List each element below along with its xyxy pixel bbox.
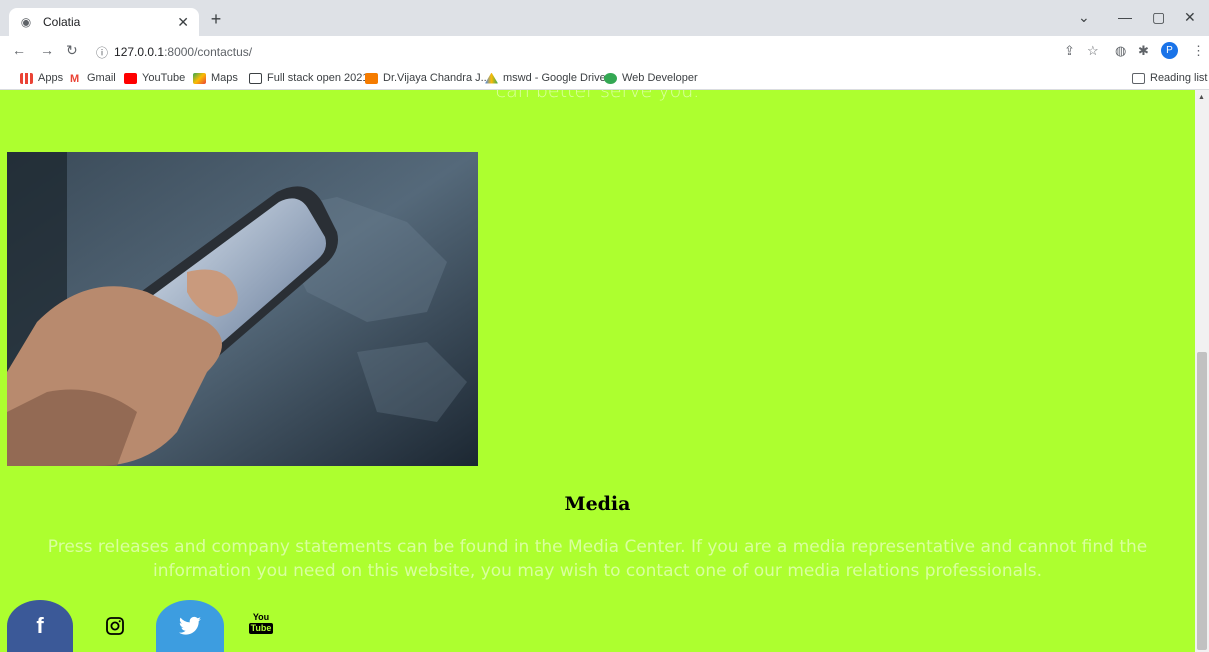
apps-grid-icon [20,72,33,84]
tab-title: Colatia [43,15,81,29]
minimize-button[interactable]: — [1118,9,1132,25]
profile-avatar[interactable]: P [1161,42,1178,59]
bookmark-mswd-drive[interactable]: mswd - Google Drive [485,72,606,84]
tab-bar: ◉ Colatia ✕ + ⌄ — ▢ ✕ [0,0,1209,36]
bookmark-web-developer[interactable]: Web Developer [604,72,698,84]
media-description: Press releases and company statements ca… [47,537,1148,581]
intro-text-tail: can better serve you. [495,90,700,102]
phone-photo-illustration [7,152,478,466]
bookmark-label: Maps [211,72,238,84]
new-tab-button[interactable]: + [206,9,226,30]
reading-list-label: Reading list [1150,72,1208,84]
url-field[interactable]: ⓘ 127.0.0.1 :8000/contactus/ [92,40,1102,64]
instagram-link[interactable] [103,614,127,638]
menu-dots-icon[interactable]: ⋮ [1192,43,1205,59]
youtube-link[interactable]: You Tube [248,608,274,638]
address-bar-row: ← → ↻ ⓘ 127.0.0.1 :8000/contactus/ ⇪ ☆ ◍… [0,36,1209,68]
bookmark-label: Gmail [87,72,116,84]
twitter-bird-icon [179,616,201,635]
scroll-up-arrow-icon[interactable]: ▲ [1198,94,1205,101]
url-path: :8000/contactus/ [164,45,253,59]
back-icon[interactable]: ← [12,42,26,58]
bookmark-maps[interactable]: Maps [193,72,238,84]
bookmark-star-icon[interactable]: ☆ [1087,43,1099,59]
instagram-icon [106,617,124,635]
web-developer-icon [604,72,617,84]
google-drive-icon [485,72,498,84]
hand-holding-phone-image [7,152,478,466]
twitter-link[interactable] [156,600,224,652]
bookmark-label: Full stack open 2021 [267,72,369,84]
facebook-icon: f [36,613,44,638]
page-content: can better serve you. Media Press releas… [0,90,1195,652]
scrollbar-thumb[interactable] [1197,352,1207,650]
gmail-icon: M [70,72,80,85]
bookmark-youtube[interactable]: YouTube [124,72,185,84]
reading-list-icon [1132,72,1145,84]
bookmark-label: mswd - Google Drive [503,72,606,84]
maps-icon [193,72,206,84]
page-icon [249,72,262,84]
url-host: 127.0.0.1 [114,45,165,59]
bookmark-label: YouTube [142,72,186,84]
reading-list-button[interactable]: Reading list [1132,72,1207,84]
bookmark-label: Dr.Vijaya Chandra J... [383,72,490,84]
bookmarks-bar: Apps M Gmail YouTube Maps Full stack ope… [0,68,1209,90]
bookmark-apps[interactable]: Apps [20,72,63,84]
site-info-icon[interactable]: ⓘ [96,44,108,61]
close-window-button[interactable]: ✕ [1184,9,1196,26]
facebook-link[interactable]: f [7,600,73,652]
tab-colatia[interactable]: ◉ Colatia ✕ [9,8,199,36]
forward-icon[interactable]: → [40,42,54,58]
bookmark-drvijaya[interactable]: Dr.Vijaya Chandra J... [365,72,490,84]
youtube-icon-top: You [252,611,270,622]
media-heading: Media [564,493,631,515]
globe-icon: ◉ [20,15,32,29]
extension-globe-icon[interactable]: ◍ [1115,43,1126,59]
reload-icon[interactable]: ↻ [66,42,78,59]
close-tab-icon[interactable]: ✕ [177,14,189,31]
share-icon[interactable]: ⇪ [1064,43,1075,59]
youtube-icon-bottom: Tube [248,622,274,634]
bookmark-label: Apps [38,72,64,84]
bookmark-gmail[interactable]: M Gmail [70,72,116,85]
blogger-icon [365,72,378,84]
bookmark-label: Web Developer [622,72,698,84]
youtube-icon [124,72,137,84]
page-scrollbar[interactable]: ▲ [1195,90,1209,652]
tab-search-icon[interactable]: ⌄ [1078,9,1090,26]
maximize-button[interactable]: ▢ [1152,9,1165,26]
extensions-puzzle-icon[interactable]: ✱ [1138,43,1149,59]
bookmark-fullstack[interactable]: Full stack open 2021 [249,72,369,84]
